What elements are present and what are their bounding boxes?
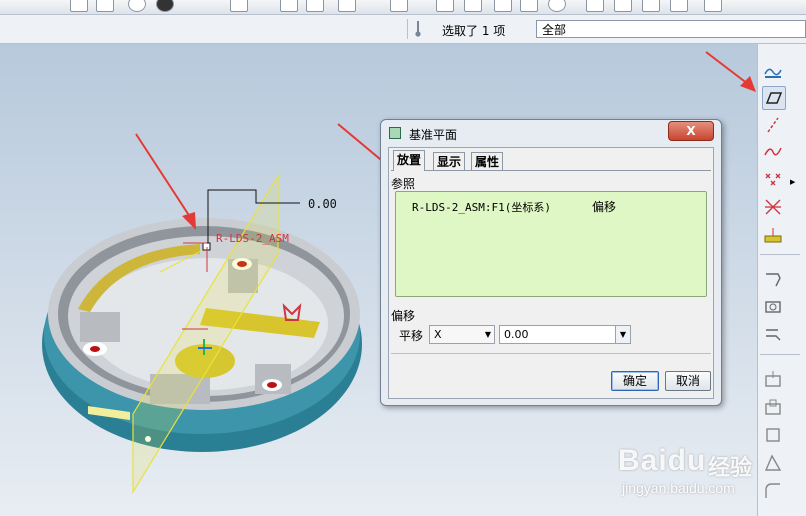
analysis-icon[interactable] xyxy=(762,224,784,246)
offset-axis-value: X xyxy=(434,328,442,341)
toolbar-button-8-icon[interactable] xyxy=(338,0,356,12)
toolbar-button-16-icon[interactable] xyxy=(614,0,632,12)
offset-value-text: 0.00 xyxy=(504,328,529,341)
toolbar-divider-2 xyxy=(760,354,800,355)
offset-value-combo[interactable]: 0.00 ▼ xyxy=(499,325,631,344)
watermark-logo: Baidu xyxy=(618,444,707,477)
status-divider xyxy=(407,19,408,39)
toolbar-button-1-icon[interactable] xyxy=(70,0,88,12)
tab-placement[interactable]: 放置 xyxy=(393,150,426,171)
datum-curve-icon[interactable] xyxy=(762,140,784,162)
sketch-curve-icon[interactable] xyxy=(762,60,784,82)
main-toolbar xyxy=(0,0,806,15)
references-label: 参照 xyxy=(391,177,416,191)
offset-label: 偏移 xyxy=(391,309,416,323)
toolbar-divider xyxy=(760,254,800,255)
chevron-down-icon[interactable]: ▼ xyxy=(615,326,630,343)
toolbar-button-3-icon[interactable] xyxy=(128,0,146,12)
toolbar-button-9-icon[interactable] xyxy=(390,0,408,12)
dimension-value-label[interactable]: 0.00 xyxy=(308,197,337,211)
draft-icon[interactable] xyxy=(762,452,784,474)
annotation-arrow-left xyxy=(135,133,196,230)
annotation-arrow-right xyxy=(705,51,756,92)
references-list[interactable]: R-LDS-2_ASM:F1(坐标系) 偏移 xyxy=(395,191,707,297)
selection-filter-select[interactable]: 全部 xyxy=(536,20,806,38)
toolbar-button-6-icon[interactable] xyxy=(280,0,298,12)
revolve-icon[interactable] xyxy=(762,296,784,318)
status-bar: 选取了 1 项 全部 xyxy=(0,15,806,44)
close-button[interactable]: X xyxy=(668,121,714,141)
toolbar-shade-icon[interactable] xyxy=(156,0,174,12)
toolbar-button-10-icon[interactable] xyxy=(436,0,454,12)
hole-icon[interactable] xyxy=(762,368,784,390)
datum-toolbar: ▶ xyxy=(705,44,806,516)
watermark-logo-cn: 经验 xyxy=(708,456,753,481)
toolbar-button-13-icon[interactable] xyxy=(520,0,538,12)
reference-item-name[interactable]: R-LDS-2_ASM:F1(坐标系) xyxy=(412,199,551,215)
datum-axis-icon[interactable] xyxy=(762,114,784,136)
toolbar-button-7-icon[interactable] xyxy=(306,0,324,12)
panel-divider xyxy=(391,353,711,354)
toolbar-button-12-icon[interactable] xyxy=(494,0,512,12)
round-icon[interactable] xyxy=(762,480,784,502)
selection-status: 选取了 1 项 xyxy=(442,24,506,38)
cancel-button[interactable]: 取消 xyxy=(665,371,711,391)
csys-label: R-LDS-2_ASM xyxy=(216,232,289,245)
toolbar-button-5-icon[interactable] xyxy=(230,0,248,12)
ok-button[interactable]: 确定 xyxy=(611,371,659,391)
translate-label: 平移 xyxy=(399,329,424,343)
flyout-arrow-icon[interactable]: ▶ xyxy=(790,178,795,186)
toolbar-button-2-icon[interactable] xyxy=(96,0,114,12)
dialog-body: 放置 显示 属性 参照 R-LDS-2_ASM:F1(坐标系) 偏移 偏移 平移… xyxy=(388,147,714,399)
sweep-icon[interactable] xyxy=(762,324,784,346)
toolbar-button-15-icon[interactable] xyxy=(586,0,604,12)
datum-csys-icon[interactable] xyxy=(762,196,784,218)
dialog-title-bar[interactable]: 基准平面 X xyxy=(381,120,721,146)
rib-icon[interactable] xyxy=(762,424,784,446)
thermometer-icon xyxy=(415,21,421,37)
datum-plane-icon[interactable] xyxy=(762,86,786,110)
tab-display[interactable]: 显示 xyxy=(433,152,466,170)
chevron-down-icon: ▼ xyxy=(484,330,491,339)
watermark-url: jingyan.baidu.com xyxy=(622,480,735,496)
toolbar-button-19-icon[interactable] xyxy=(704,0,722,12)
datum-plane-dialog-icon xyxy=(389,127,401,139)
dialog-title: 基准平面 xyxy=(409,128,458,142)
datum-point-icon[interactable] xyxy=(762,168,784,190)
reference-constraint[interactable]: 偏移 xyxy=(592,198,616,215)
offset-axis-select[interactable]: X ▼ xyxy=(429,325,495,344)
toolbar-button-11-icon[interactable] xyxy=(464,0,482,12)
placement-panel: 参照 R-LDS-2_ASM:F1(坐标系) 偏移 偏移 平移 X ▼ 0.00… xyxy=(391,170,711,397)
toolbar-button-14-icon[interactable] xyxy=(548,0,566,12)
extrude-icon[interactable] xyxy=(762,268,784,290)
shell-icon[interactable] xyxy=(762,396,784,418)
toolbar-button-18-icon[interactable] xyxy=(670,0,688,12)
datum-plane-dialog[interactable]: 基准平面 X 放置 显示 属性 参照 R-LDS-2_ASM:F1(坐标系) 偏… xyxy=(380,119,722,406)
tab-properties[interactable]: 属性 xyxy=(471,152,504,170)
toolbar-button-17-icon[interactable] xyxy=(642,0,660,12)
